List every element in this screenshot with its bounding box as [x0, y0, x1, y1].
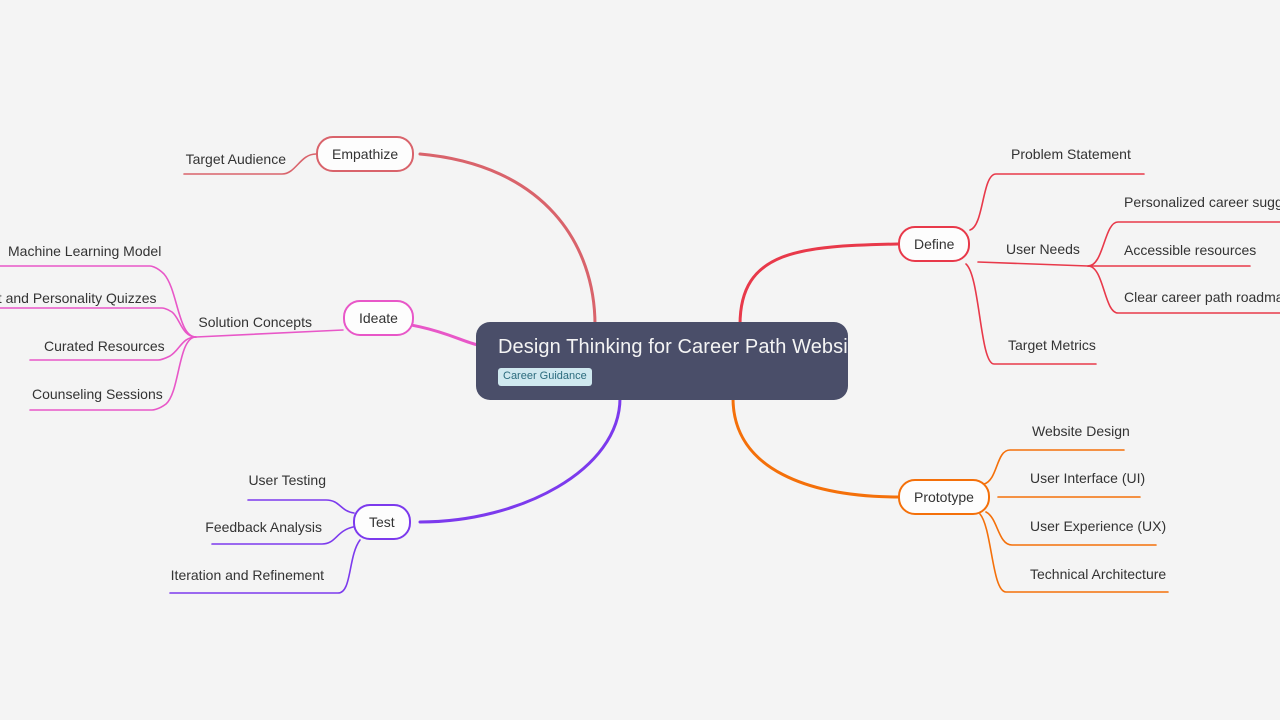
leaf-user-interface-ui[interactable]: User Interface (UI)	[1030, 470, 1145, 487]
leaf-label-text: User Experience (UX)	[1030, 518, 1167, 534]
branch-node-ideate[interactable]: Ideate	[343, 300, 414, 336]
leaf-user-experience-ux[interactable]: User Experience (UX)	[1030, 518, 1166, 535]
leaf-label-text: User Needs	[1006, 241, 1080, 257]
subleaf-label-text: Personalized career suggestions	[1124, 194, 1280, 210]
leaf-technical-architecture[interactable]: Technical Architecture	[1030, 566, 1166, 583]
leaf-website-design[interactable]: Website Design	[1032, 423, 1130, 440]
link-define-user-needs	[977, 261, 1089, 267]
subleaf-label-text: Clear career path roadmap	[1124, 289, 1280, 305]
leaf-label-text: Feedback Analysis	[205, 519, 322, 535]
subleaf-label-text: Curated Resources	[44, 338, 165, 354]
branch-label-empathize: Empathize	[332, 146, 399, 162]
link-root-define	[738, 242, 900, 327]
subleaf-clear-career-path-roadmap[interactable]: Clear career path roadmap	[1124, 289, 1280, 306]
subleaf-label-text: Counseling Sessions	[32, 386, 163, 402]
link-root-test	[418, 396, 622, 524]
branch-label-prototype: Prototype	[914, 489, 974, 505]
leaf-label-text: Technical Architecture	[1030, 566, 1167, 582]
branch-node-test[interactable]: Test	[353, 504, 411, 540]
branch-label-test: Test	[369, 514, 395, 530]
subleaf-counseling-sessions[interactable]: Counseling Sessions	[32, 386, 163, 403]
leaf-label-text: User Interface (UI)	[1030, 470, 1146, 486]
leaf-label-text: Problem Statement	[1011, 146, 1131, 162]
leaf-label-text: User Testing	[248, 472, 326, 488]
link-ideate-solution-concepts	[195, 329, 344, 338]
branch-node-empathize[interactable]: Empathize	[316, 136, 415, 172]
subleaf-accessible-resources[interactable]: Accessible resources	[1124, 242, 1256, 259]
subleaf-personalized-career-suggestions[interactable]: Personalized career suggestions	[1124, 194, 1280, 211]
leaf-user-needs[interactable]: User Needs	[1006, 241, 1080, 258]
leaf-feedback-analysis[interactable]: Feedback Analysis	[0, 519, 322, 536]
leaf-label-text: Target Audience	[185, 151, 286, 167]
leaf-label-text: Iteration and Refinement	[170, 567, 324, 583]
root-badge: Career Guidance	[498, 367, 592, 386]
root-title: Design Thinking for Career Path Website	[498, 335, 865, 358]
branch-label-define: Define	[914, 236, 955, 252]
link-root-prototype	[731, 396, 902, 499]
leaf-label-text: Solution Concepts	[198, 314, 312, 330]
leaf-solution-concepts[interactable]: Solution Concepts	[0, 314, 312, 331]
leaf-label-text: Website Design	[1032, 423, 1130, 439]
link-root-empathize	[418, 152, 597, 327]
branch-label-ideate: Ideate	[359, 310, 398, 326]
root-node[interactable]: Design Thinking for Career Path Website …	[476, 322, 865, 400]
subleaf-curated-resources[interactable]: Curated Resources	[44, 338, 165, 355]
subleaf-label-text: Accessible resources	[1124, 242, 1257, 258]
leaf-user-testing[interactable]: User Testing	[0, 472, 326, 489]
subleaf-label-text: Machine Learning Model	[8, 243, 162, 259]
link-test-user-testing	[247, 499, 355, 514]
subleaf-interest-personality-quizzes[interactable]: Interest and Personality Quizzes	[0, 290, 157, 307]
subleaf-label-text: Interest and Personality Quizzes	[0, 290, 157, 306]
leaf-problem-statement[interactable]: Problem Statement	[1011, 146, 1131, 163]
branch-node-prototype[interactable]: Prototype	[898, 479, 990, 515]
mindmap-canvas: Design Thinking for Career Path Website …	[0, 0, 1280, 720]
leaf-iteration-and-refinement[interactable]: Iteration and Refinement	[0, 567, 324, 584]
branch-node-define[interactable]: Define	[898, 226, 971, 262]
leaf-label-text: Target Metrics	[1008, 337, 1096, 353]
leaf-target-audience[interactable]: Target Audience	[0, 151, 286, 168]
leaf-target-metrics[interactable]: Target Metrics	[1008, 337, 1096, 354]
subleaf-machine-learning-model[interactable]: Machine Learning Model	[8, 243, 161, 260]
